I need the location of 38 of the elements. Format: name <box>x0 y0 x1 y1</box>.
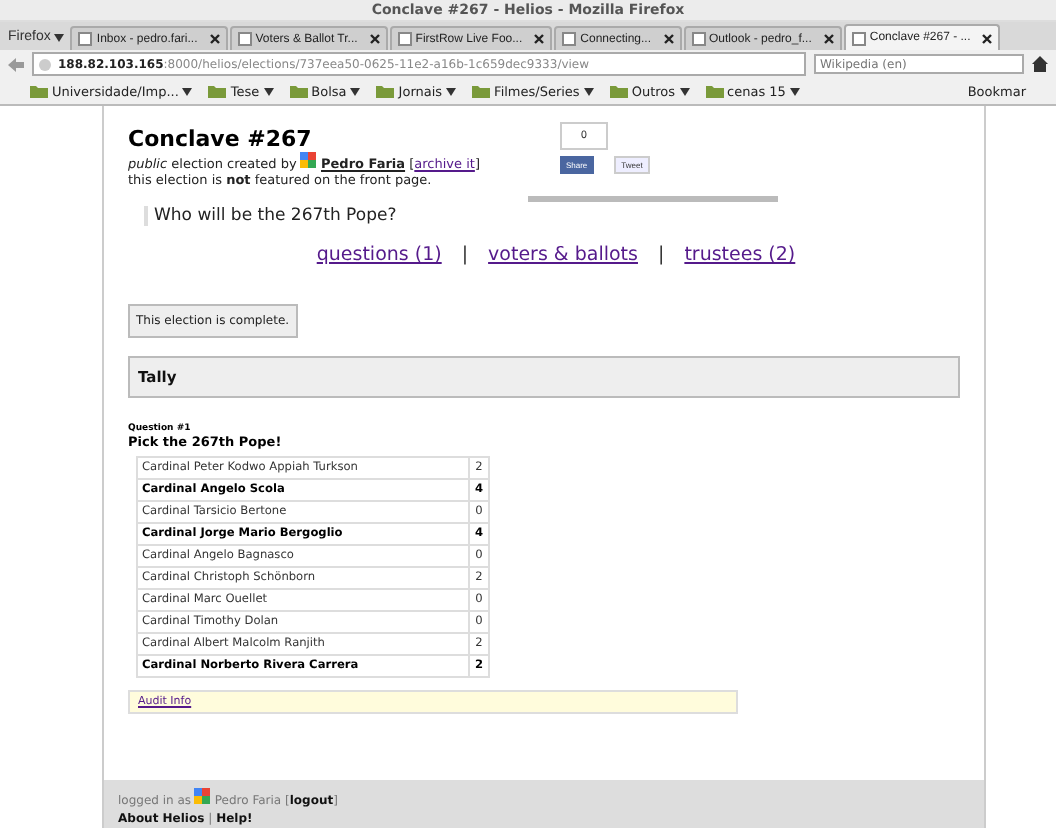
close-icon[interactable] <box>209 34 220 44</box>
election-title: Conclave #267 <box>128 126 314 152</box>
close-icon[interactable] <box>823 34 834 44</box>
folder-icon <box>705 84 724 98</box>
caret-icon <box>446 87 457 95</box>
page-icon <box>237 32 252 46</box>
caret-icon <box>182 87 193 95</box>
caret-icon <box>583 87 594 95</box>
page-icon <box>691 32 706 46</box>
page-icon <box>562 32 577 46</box>
caret-icon <box>679 87 690 95</box>
close-icon[interactable] <box>982 33 993 43</box>
close-icon[interactable] <box>369 34 380 44</box>
page-icon <box>851 31 866 45</box>
close-icon[interactable] <box>534 34 545 44</box>
election-description: Who will be the 267th Pope? <box>144 206 960 226</box>
caret-icon <box>789 87 800 95</box>
google-icon <box>300 152 317 168</box>
separator: | <box>657 244 665 266</box>
google-icon <box>194 788 211 804</box>
page-icon <box>78 32 93 46</box>
nav-link[interactable]: questions (1) <box>316 244 442 266</box>
nav-link[interactable]: trustees (2) <box>684 244 796 266</box>
close-icon[interactable] <box>663 34 674 44</box>
caret-icon <box>263 87 274 95</box>
folder-icon <box>472 84 491 98</box>
folder-icon <box>289 84 308 98</box>
nav-link[interactable]: voters & ballots <box>488 244 638 266</box>
page-icon <box>397 32 412 46</box>
caret-icon <box>350 87 361 95</box>
folder-icon <box>208 84 227 98</box>
globe-icon <box>38 57 52 71</box>
folder-icon <box>30 84 48 98</box>
folder-icon <box>609 84 628 98</box>
caret-icon <box>54 33 65 41</box>
separator: | <box>461 244 469 266</box>
home-icon[interactable] <box>1032 56 1048 72</box>
folder-icon <box>376 84 395 98</box>
